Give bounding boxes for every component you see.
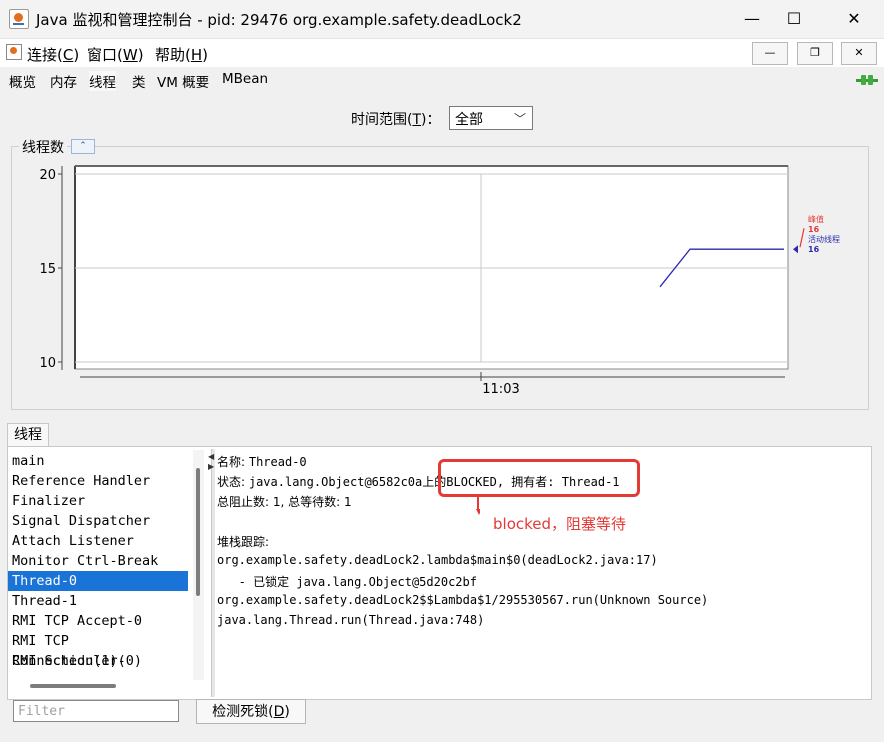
stack-trace-line: org.example.safety.deadLock2$$Lambda$1/2… bbox=[217, 593, 709, 607]
internal-restore-button[interactable]: ❐ bbox=[797, 42, 833, 65]
threads-subtab[interactable]: 线程 bbox=[7, 423, 49, 447]
time-range-value: 全部 bbox=[455, 112, 483, 128]
time-range-select[interactable]: 全部 ﹀ bbox=[449, 106, 533, 130]
split-pane-divider[interactable] bbox=[211, 449, 215, 697]
thread-list-item[interactable]: Attach Listener bbox=[8, 531, 188, 551]
internal-close-button[interactable]: ✕ bbox=[841, 42, 877, 65]
thread-name-line: 名称: Thread-0 bbox=[217, 455, 307, 469]
thread-list-item[interactable]: RMI TCP Connection(1)- bbox=[8, 631, 188, 669]
detect-deadlock-button[interactable]: 检测死锁(D) bbox=[196, 699, 306, 724]
stack-trace-line: - 已锁定 java.lang.Object@5d20c2bf bbox=[217, 575, 477, 589]
internal-minimize-button[interactable]: — bbox=[752, 42, 788, 65]
thread-list-item[interactable]: RMI TCP Accept-0 bbox=[8, 611, 188, 631]
thread-list-item[interactable]: Signal Dispatcher bbox=[8, 511, 188, 531]
stack-trace-label: 堆栈跟踪: bbox=[217, 535, 270, 549]
chart-title: 线程数 bbox=[19, 137, 67, 157]
menu-help[interactable]: 帮助(H) bbox=[155, 44, 208, 65]
split-left-arrow-icon[interactable]: ◀ bbox=[208, 452, 214, 461]
tab-classes[interactable]: 类 bbox=[132, 71, 146, 91]
tab-threads[interactable]: 线程 bbox=[89, 71, 116, 91]
menu-connection[interactable]: 连接(C) bbox=[27, 44, 79, 65]
java-app-icon bbox=[9, 9, 29, 29]
connection-status-icon bbox=[856, 75, 878, 85]
tab-overview[interactable]: 概览 bbox=[9, 71, 36, 91]
close-button[interactable]: ✕ bbox=[828, 0, 880, 38]
collapse-icon[interactable]: ⌃ bbox=[71, 139, 95, 154]
thread-list-horizontal-scroll-thumb[interactable] bbox=[30, 684, 116, 688]
thread-list-item[interactable]: main bbox=[8, 451, 188, 471]
maximize-button[interactable]: ☐ bbox=[768, 0, 820, 38]
thread-list-item[interactable]: RMI Scheduler(0) bbox=[8, 651, 188, 671]
thread-list-item[interactable]: Finalizer bbox=[8, 491, 188, 511]
thread-list[interactable]: main Reference Handler Finalizer Signal … bbox=[8, 449, 190, 677]
window-title: Java 监视和管理控制台 - pid: 29476 org.example.s… bbox=[36, 11, 522, 29]
thread-list-item-selected[interactable]: Thread-0 bbox=[8, 571, 188, 591]
time-range-label: 时间范围(T)： bbox=[351, 112, 441, 128]
tab-mbean[interactable]: MBean bbox=[222, 71, 268, 87]
java-menu-icon[interactable] bbox=[6, 44, 22, 60]
thread-list-scroll-thumb[interactable] bbox=[196, 468, 200, 596]
tab-vm-summary[interactable]: VM 概要 bbox=[157, 71, 209, 91]
thread-list-item[interactable]: Monitor Ctrl-Break bbox=[8, 551, 188, 571]
split-right-arrow-icon[interactable]: ▶ bbox=[208, 462, 214, 471]
thread-list-item[interactable]: Reference Handler bbox=[8, 471, 188, 491]
thread-count-chart-panel bbox=[11, 146, 869, 410]
thread-list-item[interactable]: Thread-1 bbox=[8, 591, 188, 611]
blocked-highlight-box bbox=[438, 459, 640, 497]
menu-window[interactable]: 窗口(W) bbox=[87, 44, 144, 65]
annotation-arrow-icon bbox=[476, 497, 480, 515]
thread-counts-line: 总阻止数: 1, 总等待数: 1 bbox=[217, 495, 352, 509]
stack-trace-line: java.lang.Thread.run(Thread.java:748) bbox=[217, 613, 485, 627]
chevron-down-icon: ﹀ bbox=[513, 112, 526, 126]
blocked-annotation: blocked，阻塞等待 bbox=[493, 515, 627, 533]
thread-filter-input[interactable] bbox=[13, 700, 179, 722]
tab-memory[interactable]: 内存 bbox=[50, 71, 77, 91]
stack-trace-line: org.example.safety.deadLock2.lambda$main… bbox=[217, 553, 658, 567]
